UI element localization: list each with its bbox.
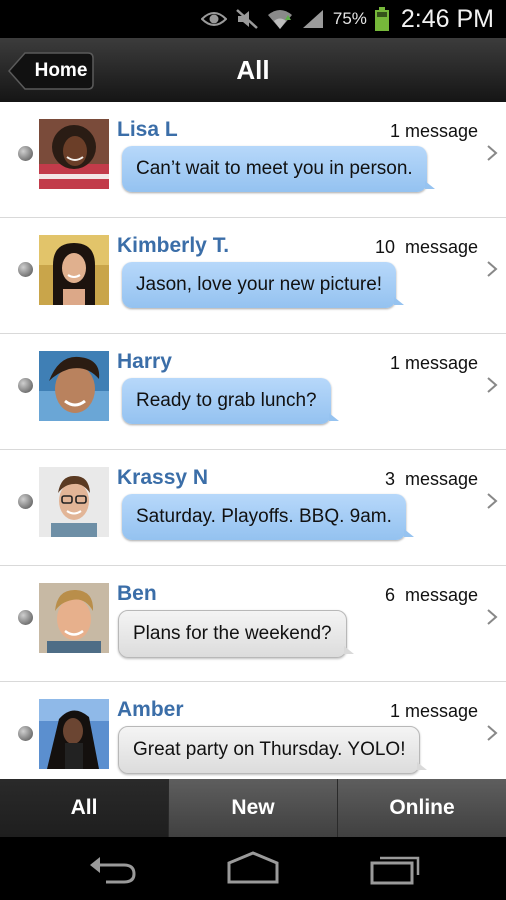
message-preview-bubble: Ready to grab lunch? [122, 378, 339, 424]
conversation-row[interactable]: Ben 6 message Plans for the weekend? [0, 566, 506, 682]
tab-new[interactable]: New [168, 779, 337, 837]
bubble-tail [403, 529, 414, 537]
home-back-label: Home [34, 60, 88, 81]
contact-name: Ben [117, 582, 157, 605]
status-bar: 75% 2:46 PM [0, 0, 506, 38]
clock: 2:46 PM [400, 4, 494, 33]
chevron-right-icon [487, 493, 498, 509]
system-nav-bar [0, 837, 506, 900]
bubble-tail [394, 297, 405, 305]
conversation-row[interactable]: Kimberly T. 10 message Jason, love your … [0, 218, 506, 334]
home-icon[interactable] [226, 851, 280, 885]
bubble-tail [417, 762, 428, 770]
message-count: 3 message [384, 469, 478, 489]
bubble-tail [343, 646, 354, 654]
battery-percent: 75% [332, 9, 367, 28]
bubble-tail [424, 181, 435, 189]
contact-name: Harry [117, 350, 172, 373]
contact-name: Krassy N [117, 466, 209, 489]
chevron-right-icon [487, 145, 498, 161]
message-count: 1 message [389, 353, 478, 373]
message-preview-text: Saturday. Playoffs. BBQ. 9am. [136, 506, 392, 527]
title-bar: Home All [0, 38, 506, 103]
chevron-right-icon [487, 261, 498, 277]
avatar [39, 119, 109, 189]
tab-online[interactable]: Online [337, 779, 506, 837]
mute-icon [235, 8, 259, 30]
conversation-row[interactable]: Harry 1 message Ready to grab lunch? [0, 334, 506, 450]
conversation-row[interactable]: Amber 1 message Great party on Thursday.… [0, 682, 506, 779]
message-preview-bubble: Can’t wait to meet you in person. [122, 146, 435, 192]
battery-icon [374, 7, 389, 31]
back-icon[interactable] [86, 851, 138, 885]
avatar [39, 467, 109, 537]
message-preview-bubble: Jason, love your new picture! [122, 262, 405, 308]
message-count: 10 message [374, 237, 478, 257]
signal-icon [301, 8, 325, 30]
contact-name: Lisa L [117, 118, 178, 141]
status-dot [18, 146, 33, 161]
chevron-right-icon [487, 377, 498, 393]
message-preview-text: Great party on Thursday. YOLO! [133, 739, 406, 760]
bubble-tail [328, 413, 339, 421]
chevron-right-icon [487, 725, 498, 741]
status-dot [18, 726, 33, 741]
contact-name: Kimberly T. [117, 234, 230, 257]
message-count: 6 message [384, 585, 478, 605]
contact-name: Amber [117, 698, 184, 721]
message-preview-bubble: Plans for the weekend? [118, 610, 354, 658]
avatar [39, 699, 109, 769]
avatar [39, 583, 109, 653]
status-dot [18, 494, 33, 509]
status-dot [18, 262, 33, 277]
recent-apps-icon[interactable] [370, 851, 422, 885]
message-preview-bubble: Saturday. Playoffs. BBQ. 9am. [122, 494, 414, 540]
wifi-icon [267, 8, 293, 30]
tab-all[interactable]: All [0, 779, 168, 837]
chevron-right-icon [487, 609, 498, 625]
message-preview-text: Plans for the weekend? [133, 623, 332, 644]
status-dot [18, 610, 33, 625]
home-back-button[interactable]: Home [8, 52, 94, 90]
message-preview-text: Ready to grab lunch? [136, 390, 317, 411]
status-icons: 75% 2:46 PM [200, 0, 494, 38]
message-count: 1 message [389, 121, 478, 141]
message-preview-text: Can’t wait to meet you in person. [136, 158, 413, 179]
avatar [39, 351, 109, 421]
conversation-list: Lisa L 1 message Can’t wait to meet you … [0, 102, 506, 779]
message-preview-bubble: Great party on Thursday. YOLO! [118, 726, 428, 774]
message-preview-text: Jason, love your new picture! [136, 274, 383, 295]
eye-icon [200, 10, 227, 28]
status-dot [18, 378, 33, 393]
avatar [39, 235, 109, 305]
conversation-row[interactable]: Krassy N 3 message Saturday. Playoffs. B… [0, 450, 506, 566]
message-count: 1 message [389, 701, 478, 721]
tab-bar: All New Online [0, 779, 506, 837]
conversation-row[interactable]: Lisa L 1 message Can’t wait to meet you … [0, 102, 506, 218]
